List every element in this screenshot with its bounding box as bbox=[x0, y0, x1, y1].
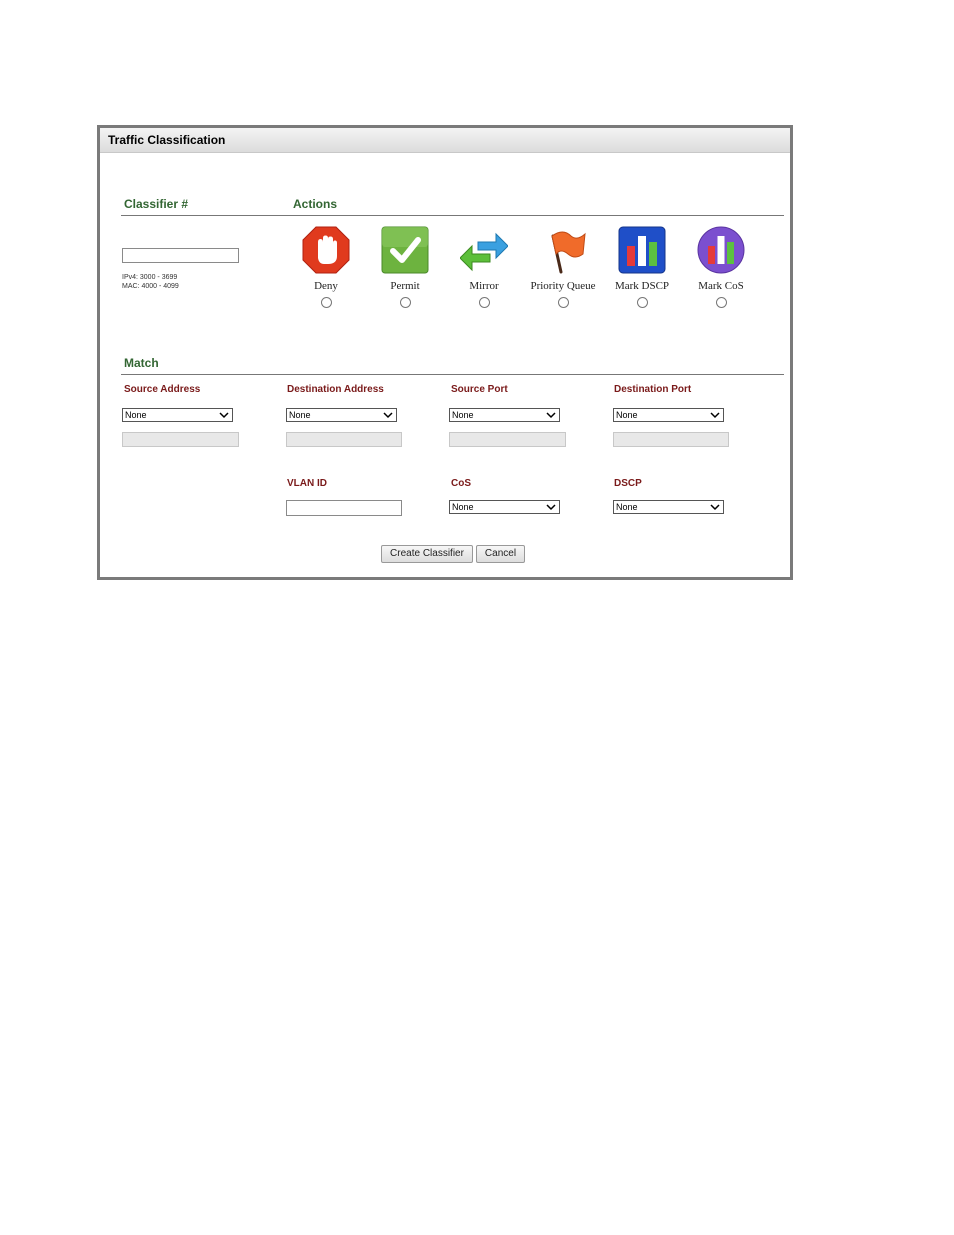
dscp-select[interactable]: None bbox=[613, 500, 724, 514]
select-value: None bbox=[452, 502, 474, 512]
action-label: Deny bbox=[314, 280, 338, 292]
action-label: Mirror bbox=[469, 280, 499, 292]
select-value: None bbox=[125, 410, 147, 420]
source-address-label: Source Address bbox=[124, 384, 201, 395]
section-divider bbox=[121, 215, 784, 216]
traffic-classification-panel: Traffic Classification Classifier # Acti… bbox=[97, 125, 793, 580]
check-icon bbox=[381, 226, 429, 274]
destination-port-select[interactable]: None bbox=[613, 408, 724, 422]
flag-icon bbox=[539, 226, 587, 274]
destination-address-value-input[interactable] bbox=[286, 432, 402, 447]
chevron-down-icon bbox=[546, 412, 556, 419]
action-mark-dscp[interactable]: Mark DSCP bbox=[602, 226, 682, 308]
chevron-down-icon bbox=[710, 504, 720, 511]
priority-queue-radio[interactable] bbox=[557, 297, 569, 308]
mac-range-hint: MAC: 4000 - 4099 bbox=[122, 283, 179, 290]
chevron-down-icon bbox=[383, 412, 393, 419]
dscp-label: DSCP bbox=[614, 478, 642, 489]
action-mark-cos[interactable]: Mark CoS bbox=[681, 226, 761, 308]
source-address-value-input[interactable] bbox=[122, 432, 239, 447]
cancel-button[interactable]: Cancel bbox=[476, 545, 525, 563]
mirror-arrows-icon bbox=[459, 226, 509, 274]
mark-dscp-radio[interactable] bbox=[636, 297, 648, 308]
action-label: Priority Queue bbox=[530, 280, 596, 292]
cos-select[interactable]: None bbox=[449, 500, 560, 514]
source-port-label: Source Port bbox=[451, 384, 508, 395]
chevron-down-icon bbox=[219, 412, 229, 419]
action-mirror[interactable]: Mirror bbox=[444, 226, 524, 308]
destination-address-label: Destination Address bbox=[287, 384, 384, 395]
mirror-radio[interactable] bbox=[478, 297, 490, 308]
vlan-id-input[interactable] bbox=[286, 500, 402, 516]
classifier-number-input[interactable] bbox=[122, 248, 239, 263]
select-value: None bbox=[289, 410, 311, 420]
mark-cos-radio[interactable] bbox=[715, 297, 727, 308]
action-priority-queue[interactable]: Priority Queue bbox=[523, 226, 603, 308]
create-classifier-button[interactable]: Create Classifier bbox=[381, 545, 473, 563]
actions-title: Actions bbox=[293, 197, 338, 211]
panel-header: Traffic Classification bbox=[100, 128, 790, 153]
classifier-title: Classifier # bbox=[124, 197, 189, 211]
select-value: None bbox=[452, 410, 474, 420]
select-value: None bbox=[616, 502, 638, 512]
cos-label: CoS bbox=[451, 478, 471, 489]
action-label: Mark CoS bbox=[698, 280, 744, 292]
ipv4-range-hint: IPv4: 3000 - 3699 bbox=[122, 274, 178, 281]
source-port-select[interactable]: None bbox=[449, 408, 560, 422]
action-label: Mark DSCP bbox=[614, 280, 670, 292]
chevron-down-icon bbox=[546, 504, 556, 511]
deny-radio[interactable] bbox=[320, 297, 332, 308]
chevron-down-icon bbox=[710, 412, 720, 419]
source-address-select[interactable]: None bbox=[122, 408, 233, 422]
destination-address-select[interactable]: None bbox=[286, 408, 397, 422]
vlan-id-label: VLAN ID bbox=[287, 478, 327, 489]
bar-chart-circle-icon bbox=[697, 226, 745, 274]
source-port-value-input[interactable] bbox=[449, 432, 566, 447]
select-value: None bbox=[616, 410, 638, 420]
destination-port-value-input[interactable] bbox=[613, 432, 729, 447]
action-label: Permit bbox=[390, 280, 420, 292]
bar-chart-icon bbox=[618, 226, 666, 274]
permit-radio[interactable] bbox=[399, 297, 411, 308]
panel-title: Traffic Classification bbox=[108, 133, 226, 147]
action-deny[interactable]: Deny bbox=[286, 226, 366, 308]
destination-port-label: Destination Port bbox=[614, 384, 692, 395]
action-permit[interactable]: Permit bbox=[365, 226, 445, 308]
deny-hand-icon bbox=[302, 226, 350, 274]
match-title: Match bbox=[124, 356, 159, 370]
match-divider bbox=[121, 374, 784, 375]
